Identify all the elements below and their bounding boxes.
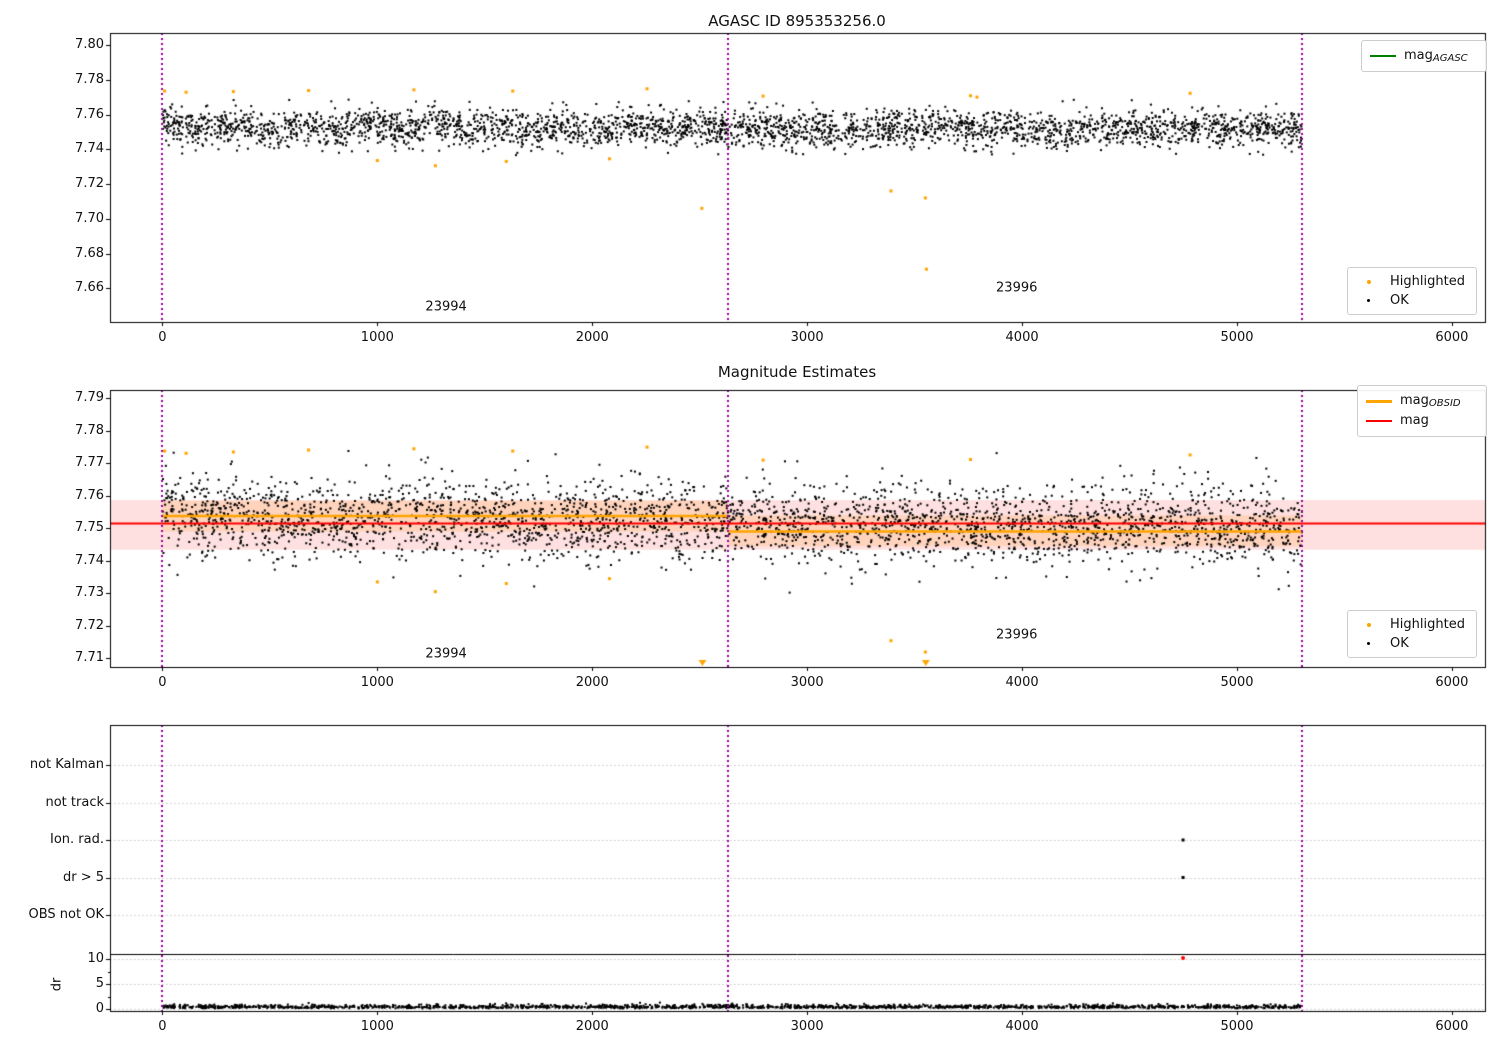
y-tick-label: 7.71: [75, 650, 104, 666]
panel1-title: AGASC ID 895353256.0: [708, 12, 886, 30]
x-tick-label: 5000: [1220, 675, 1254, 690]
x-tick-label: 5000: [1220, 330, 1254, 345]
category-label: dr > 5: [62, 869, 104, 885]
highlighted-dot-sample: [1356, 275, 1382, 289]
legend-row: magAGASC: [1370, 48, 1476, 64]
x-tick-label: 6000: [1435, 330, 1469, 345]
category-label: OBS not OK: [28, 907, 105, 922]
x-tick-label: 6000: [1435, 1019, 1469, 1034]
y-tick-label: 7.70: [75, 210, 104, 226]
highlighted-dot-sample: [1356, 618, 1382, 632]
figure: AGASC ID 895353256.0 Magnitude Estimates…: [0, 0, 1500, 1050]
legend-label: magOBSID: [1400, 393, 1461, 409]
legend-label: magAGASC: [1404, 48, 1468, 64]
x-tick-label: 4000: [1005, 330, 1039, 345]
x-tick-label: 0: [158, 675, 167, 690]
legend-row: Highlighted: [1356, 617, 1466, 632]
y-tick-label: 7.78: [75, 71, 104, 87]
x-tick-label: 5000: [1220, 1019, 1254, 1034]
x-tick-label: 1000: [360, 1019, 394, 1034]
dr-tick-label: 10: [87, 951, 104, 966]
legend-markers-2: Highlighted OK: [1347, 610, 1477, 658]
x-tick-label: 4000: [1005, 675, 1039, 690]
category-label: not track: [45, 794, 104, 810]
x-tick-label: 0: [158, 330, 167, 345]
chart-canvas: [0, 0, 1500, 1050]
y-tick-label: 7.76: [75, 106, 104, 122]
y-tick-label: 7.80: [75, 36, 104, 52]
x-tick-label: 1000: [360, 675, 394, 690]
y-tick-label: 7.66: [75, 280, 104, 296]
legend-label: mag: [1400, 413, 1429, 428]
y-tick-label: 7.73: [75, 585, 104, 601]
x-tick-label: 2000: [575, 675, 609, 690]
annotation-obsid-23996: 23996: [996, 627, 1038, 643]
legend-label: OK: [1390, 636, 1409, 651]
legend-row: magOBSID: [1366, 393, 1476, 409]
legend-label: OK: [1390, 293, 1409, 308]
annotation-obsid-23994: 23994: [425, 299, 467, 315]
category-label: not Kalman: [29, 757, 104, 772]
category-label: Ion. rad.: [50, 832, 104, 847]
y-tick-label: 7.74: [75, 552, 104, 568]
x-tick-label: 6000: [1435, 675, 1469, 690]
x-tick-label: 1000: [360, 330, 394, 345]
y-tick-label: 7.75: [75, 520, 104, 536]
green-line-sample: [1370, 49, 1396, 63]
y-tick-label: 7.72: [75, 176, 104, 192]
panel2-title: Magnitude Estimates: [717, 363, 877, 381]
legend-row: OK: [1356, 636, 1466, 651]
legend-row: Highlighted: [1356, 274, 1466, 289]
y-tick-label: 7.74: [75, 141, 104, 157]
legend-label: Highlighted: [1390, 617, 1465, 632]
legend-row: mag: [1366, 413, 1476, 429]
x-tick-label: 4000: [1005, 1019, 1039, 1034]
x-tick-label: 3000: [790, 330, 824, 345]
annotation-obsid-23996: 23996: [996, 280, 1038, 296]
annotation-obsid-23994: 23994: [425, 646, 467, 662]
legend-mag-agasc: magAGASC: [1361, 40, 1487, 72]
legend-mag-lines: magOBSID mag: [1357, 385, 1487, 437]
orange-line-sample: [1366, 394, 1392, 408]
legend-label: Highlighted: [1390, 274, 1465, 289]
legend-row: OK: [1356, 293, 1466, 308]
red-line-sample: [1366, 414, 1392, 428]
x-tick-label: 3000: [790, 1019, 824, 1034]
legend-markers-1: Highlighted OK: [1347, 267, 1477, 315]
y-tick-label: 7.79: [75, 390, 104, 406]
y-tick-label: 7.78: [75, 422, 104, 438]
x-tick-label: 0: [158, 1019, 167, 1034]
y-tick-label: 7.76: [75, 487, 104, 503]
dr-tick-label: 0: [95, 1001, 104, 1016]
y-tick-label: 7.77: [75, 455, 104, 471]
x-tick-label: 2000: [575, 1019, 609, 1034]
y-tick-label: 7.72: [75, 617, 104, 633]
ok-dot-sample: [1356, 294, 1382, 308]
x-tick-label: 2000: [575, 330, 609, 345]
x-tick-label: 3000: [790, 675, 824, 690]
dr-tick-label: 5: [95, 976, 104, 991]
ok-dot-sample: [1356, 637, 1382, 651]
y-tick-label: 7.68: [75, 245, 104, 261]
